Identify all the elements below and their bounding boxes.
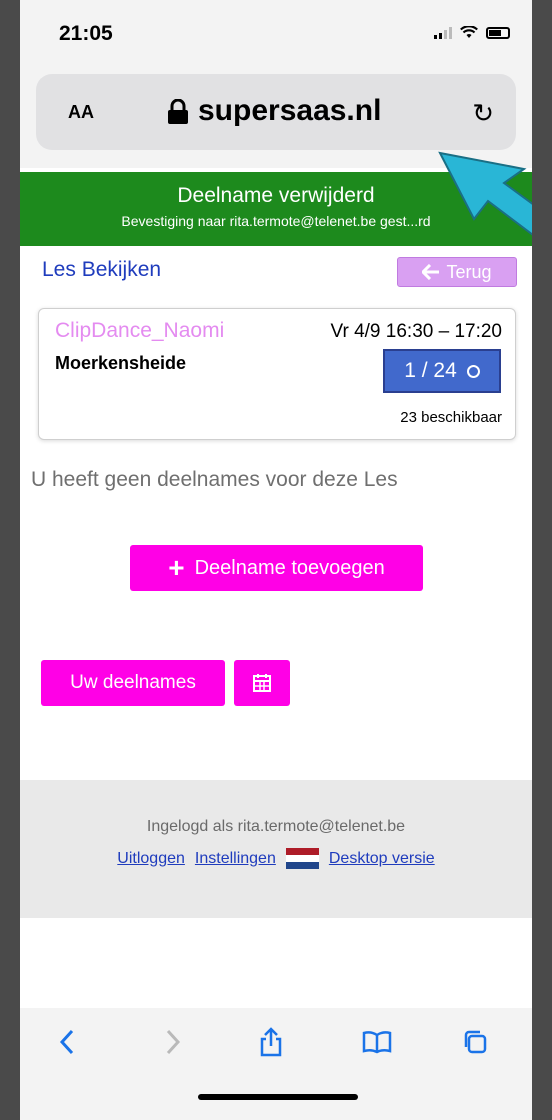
url-domain[interactable]: supersaas.nl	[198, 94, 381, 128]
address-bar[interactable]: AA supersaas.nl ↻	[36, 74, 516, 150]
status-icons	[434, 26, 510, 39]
bookmarks-icon[interactable]	[358, 1022, 396, 1062]
calendar-button[interactable]	[234, 660, 290, 706]
home-indicator	[198, 1094, 358, 1100]
plus-icon: +	[168, 552, 185, 583]
reader-text-size-button[interactable]: AA	[68, 102, 94, 123]
dutch-flag-icon[interactable]	[285, 848, 319, 869]
battery-icon	[486, 26, 510, 39]
back-nav-icon[interactable]	[52, 1022, 82, 1062]
wifi-icon	[460, 26, 478, 38]
status-time: 21:05	[59, 22, 113, 45]
calendar-icon	[253, 674, 271, 692]
add-booking-button[interactable]: + Deelname toevoegen	[130, 545, 423, 591]
footer-links: Uitloggen Instellingen Desktop versie	[20, 848, 532, 869]
class-date: Vr 4/9 16:30 – 17:20	[330, 321, 502, 342]
class-card: ClipDance_Naomi Vr 4/9 16:30 – 17:20 Moe…	[38, 308, 516, 440]
settings-link[interactable]: Instellingen	[195, 850, 276, 868]
my-bookings-button[interactable]: Uw deelnames	[41, 660, 225, 706]
class-name: ClipDance_Naomi	[55, 319, 225, 342]
desktop-version-link[interactable]: Desktop versie	[329, 850, 435, 868]
clock-icon	[466, 364, 480, 378]
no-bookings-message: U heeft geen deelnames voor deze Les	[31, 468, 398, 491]
logout-link[interactable]: Uitloggen	[117, 850, 185, 868]
status-bar: 21:05	[20, 0, 532, 68]
capacity-value: 1 / 24	[404, 359, 457, 382]
lock-icon	[168, 99, 188, 124]
phone-screen: 21:05 AA supersaas.nl ↻ Deelname verwijd…	[20, 0, 532, 1120]
forward-nav-icon[interactable]	[158, 1022, 188, 1062]
class-location: Moerkensheide	[55, 353, 187, 373]
tabs-icon[interactable]	[458, 1022, 492, 1062]
share-icon[interactable]	[254, 1022, 288, 1062]
signal-icon	[434, 26, 452, 39]
add-booking-label: Deelname toevoegen	[194, 556, 385, 579]
footer: Ingelogd als rita.termote@telenet.be Uit…	[20, 780, 532, 918]
availability-text: 23 beschikbaar	[400, 409, 502, 426]
annotation-arrow-icon	[438, 151, 532, 236]
page-title: Les Bekijken	[42, 258, 162, 281]
capacity-badge[interactable]: 1 / 24	[383, 349, 501, 393]
toolbar-icons	[20, 1022, 532, 1066]
browser-toolbar	[20, 1008, 532, 1120]
reload-icon[interactable]: ↻	[472, 98, 494, 129]
logged-in-text: Ingelogd als rita.termote@telenet.be	[146, 818, 406, 835]
